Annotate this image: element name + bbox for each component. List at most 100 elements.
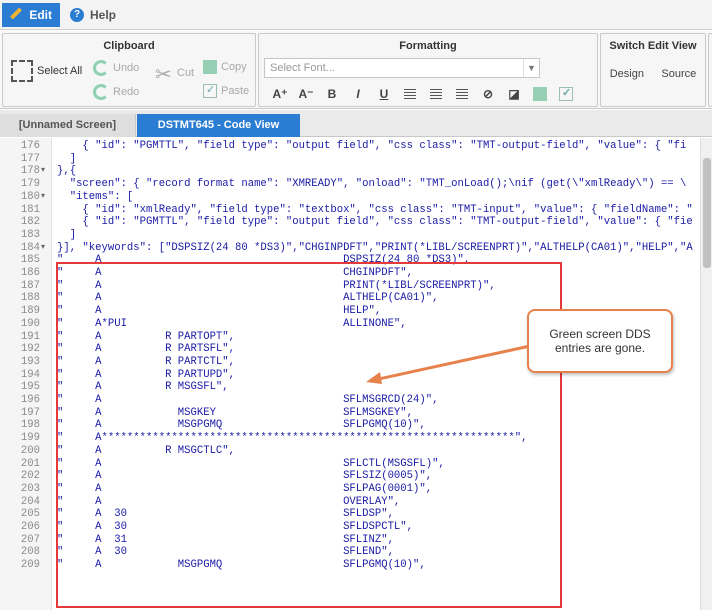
clipboard-title: Clipboard bbox=[103, 40, 155, 52]
check-icon[interactable] bbox=[553, 85, 579, 103]
paste-button[interactable]: Paste bbox=[203, 83, 250, 98]
underline-icon[interactable]: U bbox=[371, 85, 397, 103]
line-number: 207 bbox=[20, 533, 40, 546]
extra-group bbox=[708, 33, 712, 107]
pencil-icon bbox=[10, 8, 23, 22]
formatting-title: Formatting bbox=[399, 40, 457, 52]
line-number: 178 bbox=[20, 165, 40, 178]
line-number: 182 bbox=[20, 216, 40, 229]
line-number: 186 bbox=[20, 267, 40, 279]
select-all-button[interactable]: Select All bbox=[11, 60, 82, 82]
callout-arrow bbox=[366, 344, 531, 384]
line-number: 204 bbox=[20, 495, 40, 508]
align-left-icon[interactable] bbox=[397, 85, 423, 103]
cut-icon: ✂ bbox=[155, 64, 172, 86]
line-number: 199 bbox=[20, 432, 40, 445]
line-number: 194 bbox=[20, 368, 40, 381]
code-text: { "id": "PGMTTL", "field type": "output … bbox=[57, 140, 687, 152]
fold-toggle-icon[interactable]: ▾ bbox=[41, 191, 51, 204]
code-text: { "id": "xmlReady", "field type": "textb… bbox=[57, 203, 693, 216]
line-number: 196 bbox=[20, 394, 40, 406]
undo-label: Undo bbox=[113, 62, 140, 74]
line-number: 184 bbox=[20, 241, 40, 254]
switch-view-row: Design Source bbox=[601, 68, 705, 80]
code-text: ] bbox=[57, 228, 77, 241]
line-number: 190 bbox=[20, 317, 40, 330]
code-text: { "id": "PGMTTL", "field type": "output … bbox=[57, 216, 693, 229]
increase-font-icon[interactable]: A⁺ bbox=[267, 85, 293, 103]
code-line: 178 ▾},{ bbox=[0, 165, 700, 178]
menu-edit[interactable]: Edit bbox=[2, 3, 60, 27]
source-view-button[interactable]: Source bbox=[661, 68, 696, 80]
redo-button[interactable]: Redo bbox=[93, 84, 139, 100]
fold-toggle-icon[interactable]: ▾ bbox=[41, 165, 51, 178]
menu-help[interactable]: ? Help bbox=[62, 3, 124, 27]
fold-toggle-icon[interactable]: ▾ bbox=[41, 242, 51, 255]
line-number: 208 bbox=[20, 546, 40, 559]
design-view-button[interactable]: Design bbox=[610, 68, 644, 80]
switch-edit-view-group: Switch Edit View Design Source bbox=[600, 33, 706, 107]
code-text: ] bbox=[57, 152, 77, 165]
line-number: 183 bbox=[20, 228, 40, 241]
callout-note: Green screen DDS entries are gone. bbox=[527, 309, 673, 373]
callout-text: Green screen DDS entries are gone. bbox=[549, 327, 651, 355]
line-number: 197 bbox=[20, 406, 40, 419]
clipboard-group: Clipboard Select All Undo Redo ✂ Cut Cop… bbox=[2, 33, 256, 107]
clear-format-icon[interactable]: ⊘ bbox=[475, 85, 501, 103]
line-number: 205 bbox=[20, 508, 40, 521]
menu-edit-label: Edit bbox=[29, 8, 52, 22]
line-number: 193 bbox=[20, 355, 40, 368]
line-number: 185 bbox=[20, 254, 40, 267]
scrollbar-thumb[interactable] bbox=[703, 158, 711, 268]
italic-icon[interactable]: I bbox=[345, 85, 371, 103]
line-number: 206 bbox=[20, 521, 40, 533]
copy-button[interactable]: Copy bbox=[203, 60, 247, 74]
line-number: 188 bbox=[20, 292, 40, 305]
line-number: 176 bbox=[20, 140, 40, 152]
select-all-label: Select All bbox=[37, 65, 83, 77]
align-center-icon[interactable] bbox=[423, 85, 449, 103]
code-line: 177 ] bbox=[0, 153, 700, 166]
cut-label: Cut bbox=[177, 67, 195, 79]
cut-button[interactable]: Cut bbox=[177, 67, 194, 79]
line-number: 187 bbox=[20, 279, 40, 292]
tab-unnamed-screen[interactable]: [Unnamed Screen] bbox=[0, 114, 136, 137]
line-number: 189 bbox=[20, 305, 40, 318]
line-number: 180 bbox=[20, 190, 40, 203]
back-color-icon[interactable] bbox=[527, 85, 553, 103]
menu-bar: Edit ? Help bbox=[0, 0, 712, 30]
help-icon: ? bbox=[70, 8, 84, 22]
undo-button[interactable]: Undo bbox=[93, 60, 139, 76]
decrease-font-icon[interactable]: A⁻ bbox=[293, 85, 319, 103]
code-line: 181 { "id": "xmlReady", "field type": "t… bbox=[0, 204, 700, 217]
code-text: }], "keywords": ["DSPSIZ(24 80 *DS3)","C… bbox=[57, 241, 693, 254]
line-number: 192 bbox=[20, 343, 40, 356]
code-line: 182 { "id": "PGMTTL", "field type": "out… bbox=[0, 216, 700, 229]
code-text: "screen": { "record format name": "XMREA… bbox=[57, 178, 687, 191]
line-number: 209 bbox=[20, 559, 40, 572]
line-number: 200 bbox=[20, 444, 40, 457]
code-line: 184 ▾ }], "keywords": ["DSPSIZ(24 80 *DS3)… bbox=[0, 242, 700, 255]
line-number: 177 bbox=[20, 152, 40, 165]
code-text: "items": [ bbox=[57, 190, 134, 203]
copy-icon bbox=[203, 60, 217, 74]
code-line: 179 "screen": { "record format name": "X… bbox=[0, 178, 700, 191]
tab-code-view[interactable]: DSTMT645 - Code View bbox=[137, 114, 300, 137]
formatting-group: Formatting Select Font... ▼ A⁺ A⁻ B I U … bbox=[258, 33, 598, 107]
font-select[interactable]: Select Font... ▼ bbox=[264, 58, 540, 78]
code-line: 183 ] bbox=[0, 229, 700, 242]
line-number: 198 bbox=[20, 419, 40, 432]
line-number: 191 bbox=[20, 330, 40, 343]
align-right-icon[interactable] bbox=[449, 85, 475, 103]
undo-icon bbox=[93, 60, 109, 76]
fore-color-icon[interactable]: ◪ bbox=[501, 85, 527, 103]
highlight-box bbox=[56, 262, 562, 608]
code-line: 180 ▾ "items": [ bbox=[0, 191, 700, 204]
editor-tabs: [Unnamed Screen] DSTMT645 - Code View bbox=[0, 110, 712, 137]
bold-icon[interactable]: B bbox=[319, 85, 345, 103]
code-line: 176 { "id": "PGMTTL", "field type": "out… bbox=[0, 140, 700, 153]
vertical-scrollbar[interactable] bbox=[700, 138, 712, 610]
menu-help-label: Help bbox=[89, 8, 116, 22]
copy-label: Copy bbox=[221, 61, 247, 73]
paste-label: Paste bbox=[221, 85, 250, 97]
